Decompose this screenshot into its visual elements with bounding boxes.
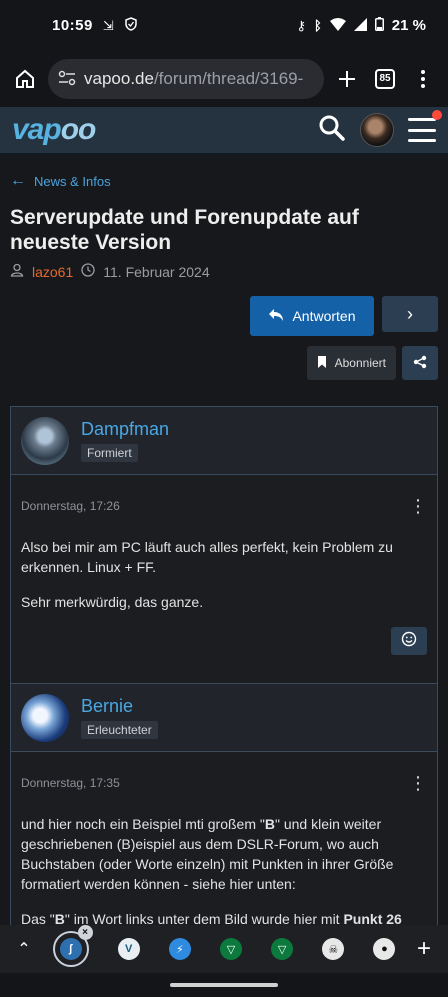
arrow-left-icon: ←: [10, 172, 26, 189]
post-paragraph: Das "B" im Wort links unter dem Bild wur…: [21, 909, 427, 925]
signal-icon: [353, 17, 367, 33]
chevron-up-icon[interactable]: ⌃: [10, 939, 38, 959]
tab-active[interactable]: ʃ ×: [52, 925, 93, 967]
user-icon: [10, 263, 24, 280]
post-timestamp[interactable]: Donnerstag, 17:26: [21, 499, 120, 513]
post-username[interactable]: Dampfman: [81, 419, 169, 440]
share-icon: [413, 355, 427, 372]
browser-toolbar: vapoo.de/forum/thread/3169- 85: [0, 50, 448, 107]
url-text: vapoo.de/forum/thread/3169-: [84, 69, 303, 89]
bluetooth-icon: ᛒ: [313, 17, 322, 33]
v-favicon-icon[interactable]: V: [117, 938, 140, 960]
key-icon: ⚷: [296, 17, 306, 33]
post-user-header: Bernie Erleuchteter: [11, 684, 437, 752]
text-run: Das ": [21, 911, 55, 925]
bookmark-icon: [317, 355, 327, 372]
subscribed-button[interactable]: Abonniert: [306, 346, 396, 380]
avatar[interactable]: [21, 693, 69, 742]
post-paragraph: Sehr merkwürdig, das ganze.: [21, 594, 204, 610]
vapoo-favicon-icon: ʃ: [59, 938, 82, 960]
post-username[interactable]: Bernie: [81, 696, 158, 717]
subscribed-label: Abonniert: [334, 356, 386, 370]
gesture-bar: [0, 973, 448, 997]
post-content: Also bei mir am PC läuft auch alles perf…: [21, 537, 427, 612]
thread-meta: lazo61 11. Februar 2024: [10, 263, 438, 280]
battery-icon: [374, 17, 384, 33]
bold-text: B: [54, 911, 65, 925]
logo-text-prefix: vap: [12, 113, 62, 146]
shield-favicon-icon[interactable]: ▽: [219, 938, 242, 960]
url-path: /forum/thread/3169-: [153, 68, 304, 88]
tab-count: 85: [375, 68, 395, 89]
home-icon[interactable]: [10, 64, 40, 94]
status-time: 10:59: [52, 16, 93, 34]
post-user-header: Dampfman Formiert: [11, 407, 437, 475]
post: Bernie Erleuchteter Donnerstag, 17:35 ⋮ …: [10, 684, 438, 925]
search-icon[interactable]: [318, 114, 346, 147]
text-run: " im Wort links unter dem Bild wurde hie…: [64, 911, 344, 925]
address-bar[interactable]: vapoo.de/forum/thread/3169-: [48, 58, 324, 99]
main-content: ← News & Infos Serverupdate und Forenupd…: [0, 155, 448, 925]
bold-text: Punkt 26: [343, 911, 402, 925]
reply-label: Antworten: [292, 308, 356, 324]
text-run: und hier noch ein Beispiel mti großem ": [21, 816, 265, 832]
close-tab-icon[interactable]: ×: [77, 925, 93, 940]
reaction-button[interactable]: [391, 627, 427, 655]
shield-favicon-icon[interactable]: ▽: [271, 938, 294, 960]
post-options-icon[interactable]: ⋮: [409, 497, 427, 515]
user-avatar[interactable]: [360, 113, 394, 147]
post-paragraph: Also bei mir am PC läuft auch alles perf…: [21, 539, 393, 575]
site-header: vapoo: [0, 107, 448, 155]
site-logo[interactable]: vapoo: [12, 113, 97, 147]
breadcrumb[interactable]: ← News & Infos: [10, 155, 438, 195]
tab-strip: ⌃ ʃ × V ⚡ ▽ ▽ ☠ ● +: [0, 925, 448, 973]
avatar[interactable]: [21, 416, 69, 465]
next-button[interactable]: ›: [382, 296, 438, 332]
tab-switcher-button[interactable]: 85: [370, 64, 400, 94]
chevron-right-icon: ›: [407, 303, 413, 324]
status-bar: 10:59 ⇲ ⚷ ᛒ 21 %: [0, 0, 448, 50]
more-menu-icon[interactable]: [408, 64, 438, 94]
site-settings-icon[interactable]: [58, 70, 76, 88]
smiley-icon: [401, 631, 417, 651]
post-timestamp[interactable]: Donnerstag, 17:35: [21, 776, 120, 790]
bold-text: B: [264, 816, 275, 832]
thread-author[interactable]: lazo61: [32, 264, 73, 280]
reply-icon: [268, 308, 284, 325]
add-tab-icon[interactable]: +: [410, 935, 438, 963]
logo-text-suffix: oo: [60, 113, 97, 146]
post-content: und hier noch ein Beispiel mti großem "B…: [21, 814, 427, 925]
user-rank-badge: Erleuchteter: [81, 721, 158, 739]
clock-icon: [81, 263, 95, 280]
missed-call-icon: ⇲: [102, 17, 114, 33]
battery-percentage: 21 %: [391, 16, 426, 34]
notification-dot: [432, 110, 442, 120]
skull-favicon-icon[interactable]: ☠: [322, 938, 345, 960]
wifi-icon: [329, 17, 346, 33]
shield-icon: [124, 17, 138, 33]
new-tab-icon[interactable]: [332, 64, 362, 94]
lightning-favicon-icon[interactable]: ⚡: [168, 938, 191, 960]
thread-title: Serverupdate und Forenupdate auf neueste…: [10, 206, 359, 254]
post-options-icon[interactable]: ⋮: [409, 774, 427, 792]
thread-date: 11. Februar 2024: [103, 263, 210, 280]
post: Dampfman Formiert Donnerstag, 17:26 ⋮ Al…: [10, 406, 438, 684]
url-host: vapoo.de: [84, 68, 154, 88]
breadcrumb-label: News & Infos: [34, 173, 111, 189]
user-rank-badge: Formiert: [81, 444, 138, 462]
share-button[interactable]: [402, 346, 438, 380]
globe-favicon-icon[interactable]: ●: [373, 938, 396, 960]
reply-button[interactable]: Antworten: [250, 296, 374, 336]
hamburger-menu-icon[interactable]: [408, 110, 442, 142]
post-paragraph: und hier noch ein Beispiel mti großem "B…: [21, 814, 427, 894]
